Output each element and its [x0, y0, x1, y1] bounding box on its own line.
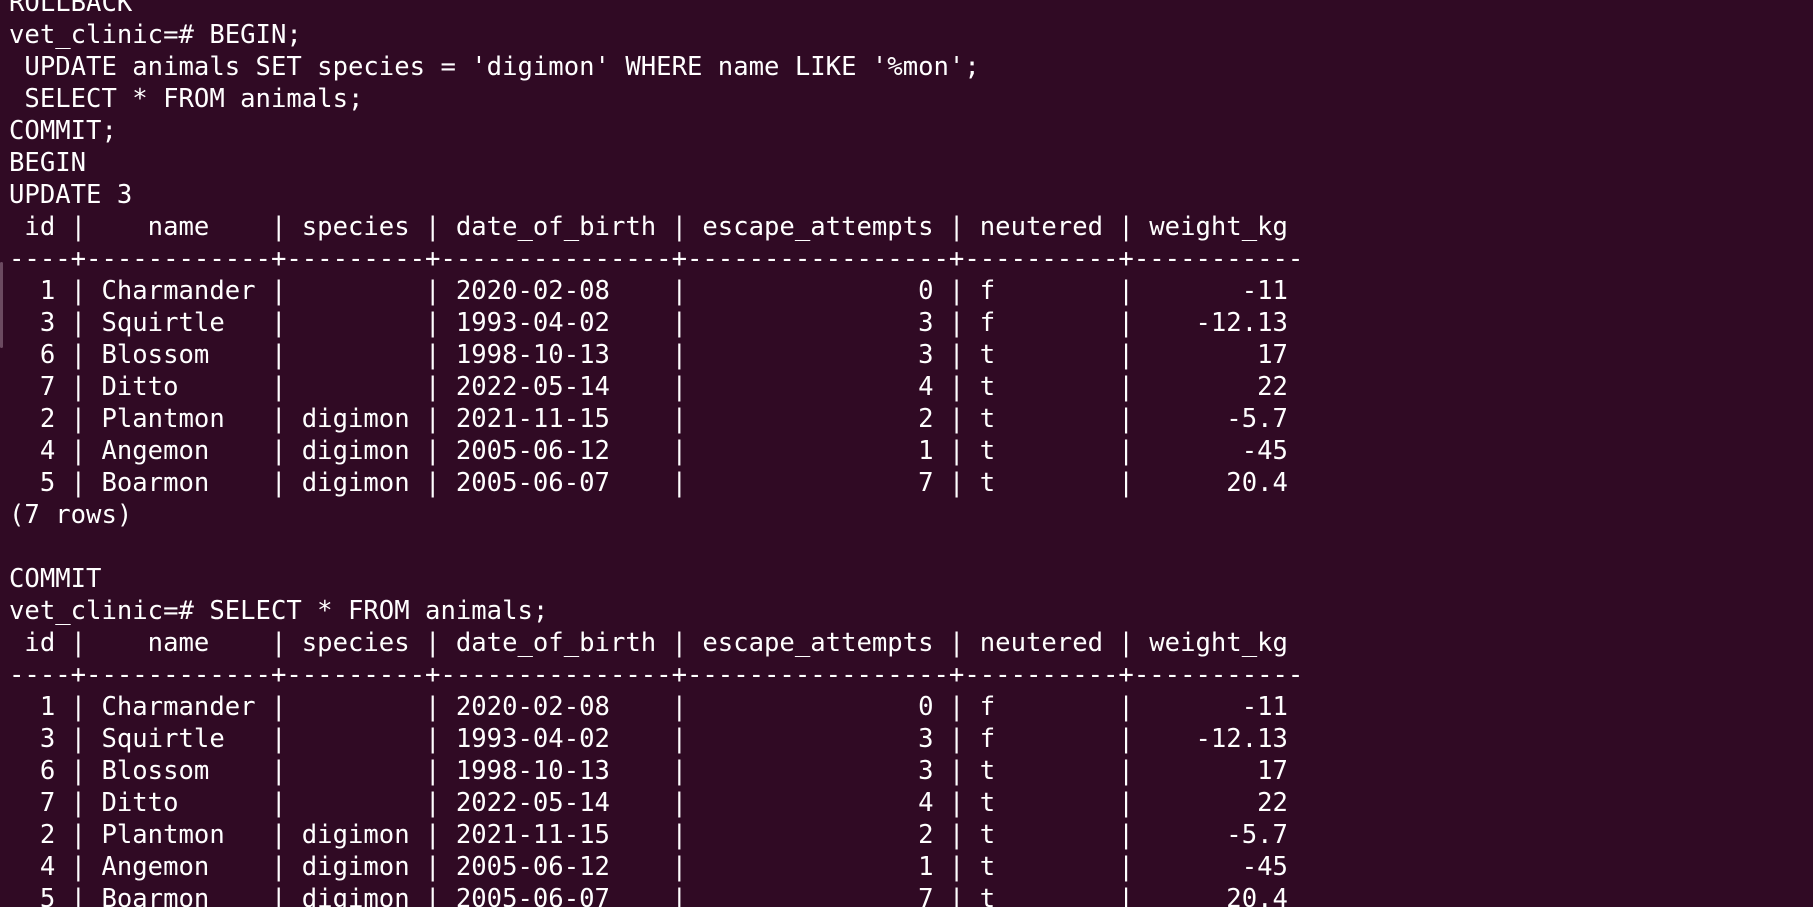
scroll-position-marker[interactable]: [0, 262, 3, 348]
table-row: 1 | Charmander | | 2020-02-08 | 0 | f | …: [9, 276, 1288, 306]
terminal-window[interactable]: ROLLBACK vet_clinic=# BEGIN; UPDATE anim…: [0, 0, 1813, 907]
terminal-output: ROLLBACK vet_clinic=# BEGIN; UPDATE anim…: [9, 0, 1303, 907]
table-row: 2 | Plantmon | digimon | 2021-11-15 | 2 …: [9, 820, 1288, 850]
table-row: 7 | Ditto | | 2022-05-14 | 4 | t | 22: [9, 372, 1288, 402]
table-separator: ----+------------+---------+------------…: [9, 660, 1304, 690]
command-line-commit: COMMIT;: [9, 116, 117, 146]
table-separator: ----+------------+---------+------------…: [9, 244, 1304, 274]
table-header: id | name | species | date_of_birth | es…: [9, 628, 1288, 658]
table-row: 6 | Blossom | | 1998-10-13 | 3 | t | 17: [9, 340, 1288, 370]
table-row: 4 | Angemon | digimon | 2005-06-12 | 1 |…: [9, 852, 1288, 882]
table-row: 7 | Ditto | | 2022-05-14 | 4 | t | 22: [9, 788, 1288, 818]
table-row: 4 | Angemon | digimon | 2005-06-12 | 1 |…: [9, 436, 1288, 466]
command-line-update: UPDATE animals SET species = 'digimon' W…: [9, 52, 980, 82]
table-row: 6 | Blossom | | 1998-10-13 | 3 | t | 17: [9, 756, 1288, 786]
table-row: 3 | Squirtle | | 1993-04-02 | 3 | f | -1…: [9, 724, 1288, 754]
prompt-line-select: vet_clinic=# SELECT * FROM animals;: [9, 596, 549, 626]
row-count: (7 rows): [9, 500, 133, 530]
prompt-line-begin: vet_clinic=# BEGIN;: [9, 20, 302, 50]
table-row: 3 | Squirtle | | 1993-04-02 | 3 | f | -1…: [9, 308, 1288, 338]
command-line-select: SELECT * FROM animals;: [9, 84, 364, 114]
output-line-commit: COMMIT: [9, 564, 102, 594]
table-row: 5 | Boarmon | digimon | 2005-06-07 | 7 |…: [9, 884, 1288, 907]
table-row: 5 | Boarmon | digimon | 2005-06-07 | 7 |…: [9, 468, 1288, 498]
table-header: id | name | species | date_of_birth | es…: [9, 212, 1288, 242]
table-row: 2 | Plantmon | digimon | 2021-11-15 | 2 …: [9, 404, 1288, 434]
output-line-begin: BEGIN: [9, 148, 87, 178]
output-line-update-count: UPDATE 3: [9, 180, 133, 210]
output-line-rollback: ROLLBACK: [9, 0, 133, 18]
table-row: 1 | Charmander | | 2020-02-08 | 0 | f | …: [9, 692, 1288, 722]
